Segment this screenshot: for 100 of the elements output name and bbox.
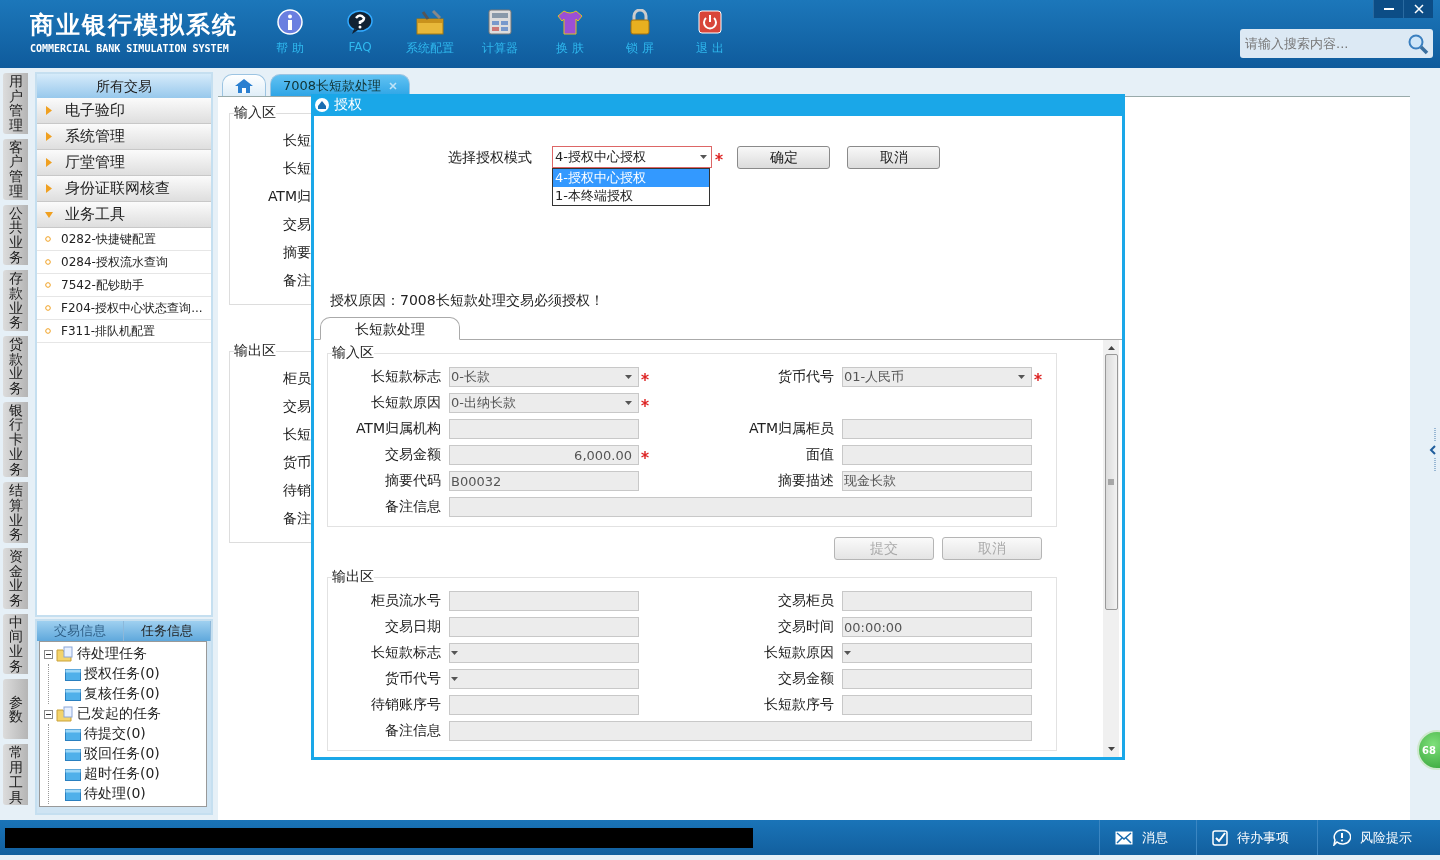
side-tab[interactable]: 资金业务 [3, 547, 28, 609]
field-label: 摘要代码 [384, 472, 441, 490]
close-icon[interactable] [389, 81, 398, 90]
search-icon[interactable] [1407, 33, 1429, 55]
nav-item[interactable]: F311-排队机配置 [37, 320, 211, 343]
nav-group[interactable]: 厅堂管理 [37, 150, 211, 176]
caret-icon [625, 401, 632, 405]
required-icon [641, 399, 649, 407]
alert-bubble-icon [1333, 829, 1351, 846]
text-field[interactable] [842, 445, 1032, 465]
caret-icon [700, 155, 707, 159]
field-label: 柜员 [282, 369, 311, 388]
scroll-up-icon[interactable] [1107, 346, 1115, 350]
scrollbar[interactable] [1103, 340, 1119, 757]
status-button[interactable]: 消息 [1099, 820, 1196, 855]
dropdown-field[interactable] [842, 643, 1032, 663]
tree-item[interactable]: 待提交(0) [84, 725, 146, 743]
minimize-icon [1383, 8, 1394, 10]
caret-icon [625, 375, 632, 379]
nav-item[interactable]: 0284-授权流水查询 [37, 251, 211, 274]
scroll-down-icon[interactable] [1107, 747, 1115, 751]
nav-group[interactable]: 身份证联网核查 [37, 176, 211, 202]
caret-icon [1018, 375, 1025, 379]
dropdown-field[interactable] [449, 643, 639, 663]
nav-item[interactable]: F204-授权中心状态查询... [37, 297, 211, 320]
dropdown-option[interactable]: 1-本终端授权 [552, 187, 710, 206]
text-field[interactable] [449, 695, 639, 715]
side-tab[interactable]: 常用工具 [3, 744, 28, 806]
side-tab[interactable]: 公共业务 [3, 204, 28, 266]
text-field[interactable] [842, 695, 1032, 715]
lock-icon [629, 9, 651, 35]
nav-group[interactable]: 业务工具 [37, 202, 211, 228]
text-field[interactable]: 00:00:00 [842, 617, 1032, 637]
dropdown-field[interactable]: 0-出纳长款 [449, 393, 639, 413]
side-tab[interactable]: 客户管理 [3, 138, 28, 200]
close-button[interactable] [1403, 0, 1433, 18]
side-tab[interactable]: 中间业务 [3, 613, 28, 675]
field-label: 货币代号 [384, 670, 441, 688]
shirt-icon [556, 9, 584, 35]
nav-item[interactable]: 7542-配钞助手 [37, 274, 211, 297]
text-field[interactable]: B00032 [449, 471, 639, 491]
field-label: 备注 [282, 271, 311, 290]
dialog-button[interactable]: 确定 [737, 146, 830, 169]
side-tab[interactable]: 银行卡业务 [3, 401, 28, 478]
field-label: 交易时间 [777, 618, 834, 636]
side-tab[interactable]: 用户管理 [3, 73, 28, 134]
text-field[interactable] [449, 497, 1032, 517]
text-field[interactable]: 6,000.00 [449, 445, 639, 465]
tree-item[interactable]: 授权任务(0) [84, 665, 160, 683]
field-label: 交易金额 [777, 670, 834, 688]
text-field[interactable] [842, 591, 1032, 611]
field-label: 长短款原因 [370, 394, 441, 412]
bullet-icon [45, 328, 51, 334]
text-field[interactable] [449, 721, 1032, 741]
side-tab[interactable]: 结算业务 [3, 482, 28, 543]
tree-item[interactable]: 已发起的任务 [77, 705, 161, 723]
nav-title: 所有交易 [37, 74, 211, 98]
text-field[interactable]: 现金长款 [842, 471, 1032, 491]
field-label: 货币代号 [777, 368, 834, 386]
field-label: 交易日期 [384, 618, 441, 636]
side-tab[interactable]: 参数 [3, 679, 28, 740]
tree-item[interactable]: 驳回任务(0) [84, 745, 160, 763]
search-field[interactable]: 请输入搜索内容... [1240, 29, 1433, 58]
status-button[interactable]: 风险提示 [1317, 820, 1440, 855]
nav-group[interactable]: 电子验印 [37, 98, 211, 124]
tree-item[interactable]: 待处理任务 [77, 645, 147, 663]
field-label: 长短款标志 [370, 644, 441, 662]
text-field[interactable] [449, 591, 639, 611]
text-field[interactable] [449, 419, 639, 439]
dropdown-field[interactable]: 0-长款 [449, 367, 639, 387]
tree-item[interactable]: 超时任务(0) [84, 765, 160, 783]
minimize-button[interactable] [1373, 0, 1403, 18]
text-field[interactable] [842, 669, 1032, 689]
dropdown-field[interactable]: 4-授权中心授权 [552, 146, 712, 168]
side-tab[interactable]: 贷款业务 [3, 336, 28, 397]
collapse-icon[interactable] [44, 649, 53, 659]
tree-item[interactable]: 复核任务(0) [84, 685, 160, 703]
field-label: ATM归属柜员 [747, 420, 834, 438]
side-tab[interactable]: 存款业务 [3, 270, 28, 331]
dropdown-field[interactable]: 01-人民币 [842, 367, 1032, 387]
bullet-icon [45, 305, 51, 311]
folder-icon [65, 727, 81, 741]
dialog-button[interactable]: 取消 [847, 146, 940, 169]
text-field[interactable] [842, 419, 1032, 439]
form-tab[interactable]: 长短款处理 [320, 317, 460, 340]
dropdown-field[interactable] [449, 669, 639, 689]
page-tab[interactable] [222, 74, 266, 96]
status-button[interactable]: 待办事项 [1196, 820, 1317, 855]
text-field[interactable] [449, 617, 639, 637]
nav-item[interactable]: 0282-快捷键配置 [37, 228, 211, 251]
field-label: 长短款原因 [763, 644, 834, 662]
collapse-handle-icon[interactable] [1428, 428, 1437, 472]
field-label: 货币 [282, 453, 311, 472]
page-tab[interactable]: 7008长短款处理 [270, 74, 411, 96]
field-label: 备注 [282, 509, 311, 528]
required-icon [1034, 373, 1042, 381]
tree-item[interactable]: 待处理(0) [84, 785, 146, 803]
collapse-icon[interactable] [44, 709, 53, 719]
power-icon [698, 9, 722, 35]
nav-group[interactable]: 系统管理 [37, 124, 211, 150]
